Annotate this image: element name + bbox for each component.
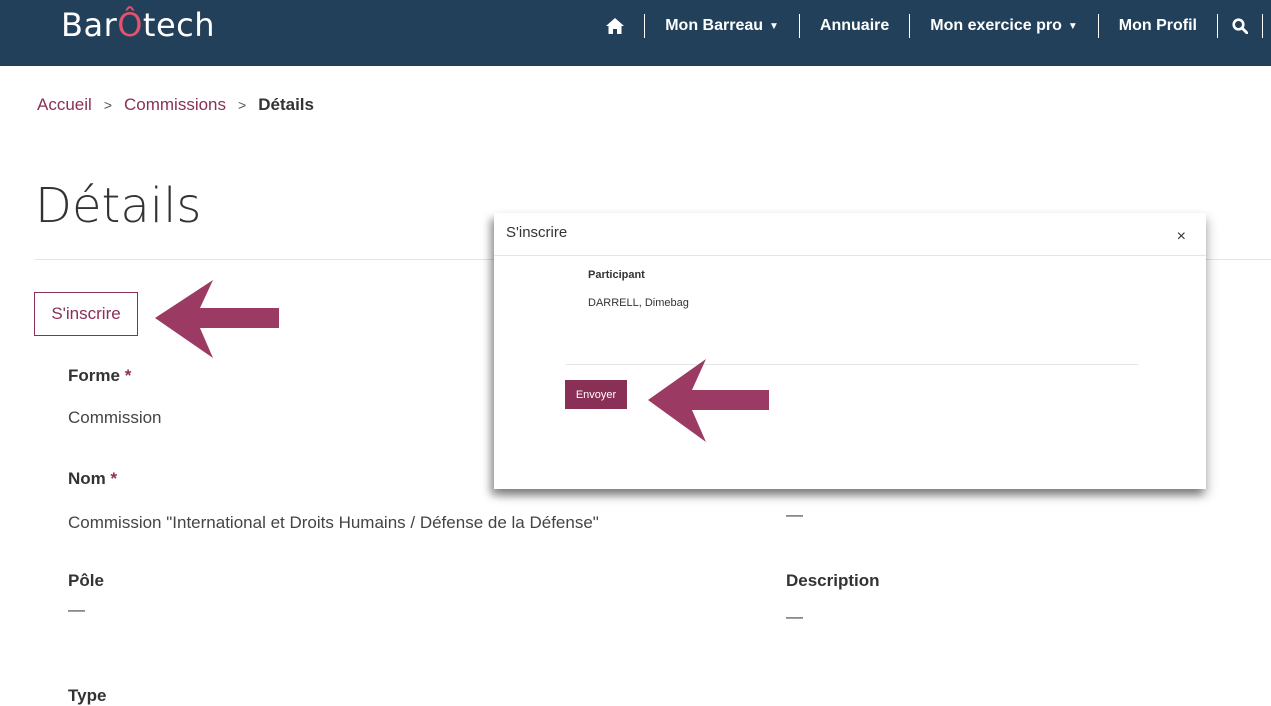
nav-item-mon-profil[interactable]: Mon Profil [1099,17,1217,35]
caret-down-icon: ▼ [1067,20,1078,32]
required-mark: * [110,469,118,488]
nav-separator [1262,14,1263,38]
annotation-arrow-icon [648,359,769,442]
field-label-text: Forme [68,366,120,385]
breadcrumb-separator: > [238,97,247,113]
annotation-arrow-icon [155,280,279,358]
barotech-logo[interactable]: BarÔtech [61,6,215,44]
field-value-forme: Commission [68,408,162,427]
field-label-forme: Forme * [68,366,131,386]
nav-item-mon-exercice-pro[interactable]: Mon exercice pro ▼ [910,17,1098,35]
top-navbar: BarÔtech Mon Barreau ▼ Annuaire Mon exer… [0,0,1271,66]
nav-item-label: Annuaire [819,17,890,34]
nav-item-label: Mon Barreau [665,17,764,34]
nav-item-annuaire[interactable]: Annuaire [800,17,909,35]
breadcrumb-current: Détails [258,95,314,114]
logo-suffix: tech [142,6,216,44]
main-nav: Mon Barreau ▼ Annuaire Mon exercice pro … [586,0,1271,52]
field-value-hidden-right: — [786,505,803,524]
field-value-pole: — [68,600,85,619]
field-label-nom: Nom * [68,469,117,489]
required-mark: * [124,366,132,385]
field-label-text: Nom [68,469,106,488]
nav-item-label: Mon exercice pro [930,17,1062,34]
field-label-description: Description [786,571,880,590]
participant-label: Participant [588,269,645,281]
send-button[interactable]: Envoyer [565,380,627,409]
breadcrumb-home-link[interactable]: Accueil [37,95,92,114]
field-value-description: — [786,607,803,626]
breadcrumb-separator: > [103,97,112,113]
nav-item-label: Mon Profil [1118,17,1197,34]
home-icon[interactable] [586,18,644,34]
modal-header: S'inscrire × [494,213,1206,256]
breadcrumb-commissions-link[interactable]: Commissions [124,95,226,114]
subscribe-modal: S'inscrire × Participant DARRELL, Dimeba… [494,213,1206,489]
field-label-type: Type [68,686,107,705]
modal-title: S'inscrire [506,224,568,241]
close-icon[interactable]: × [1177,228,1186,246]
nav-item-mon-barreau[interactable]: Mon Barreau ▼ [645,17,799,35]
field-label-pole: Pôle [68,571,104,590]
page-title: Détails [35,178,202,234]
logo-accent: Ô [117,6,143,44]
participant-name: DARRELL, Dimebag [588,297,689,309]
search-icon[interactable] [1218,18,1262,34]
field-value-nom: Commission "International et Droits Huma… [68,513,599,532]
breadcrumb: Accueil > Commissions > Détails [37,95,314,115]
subscribe-button[interactable]: S'inscrire [34,292,138,336]
logo-prefix: Bar [61,6,118,44]
caret-down-icon: ▼ [769,20,779,32]
